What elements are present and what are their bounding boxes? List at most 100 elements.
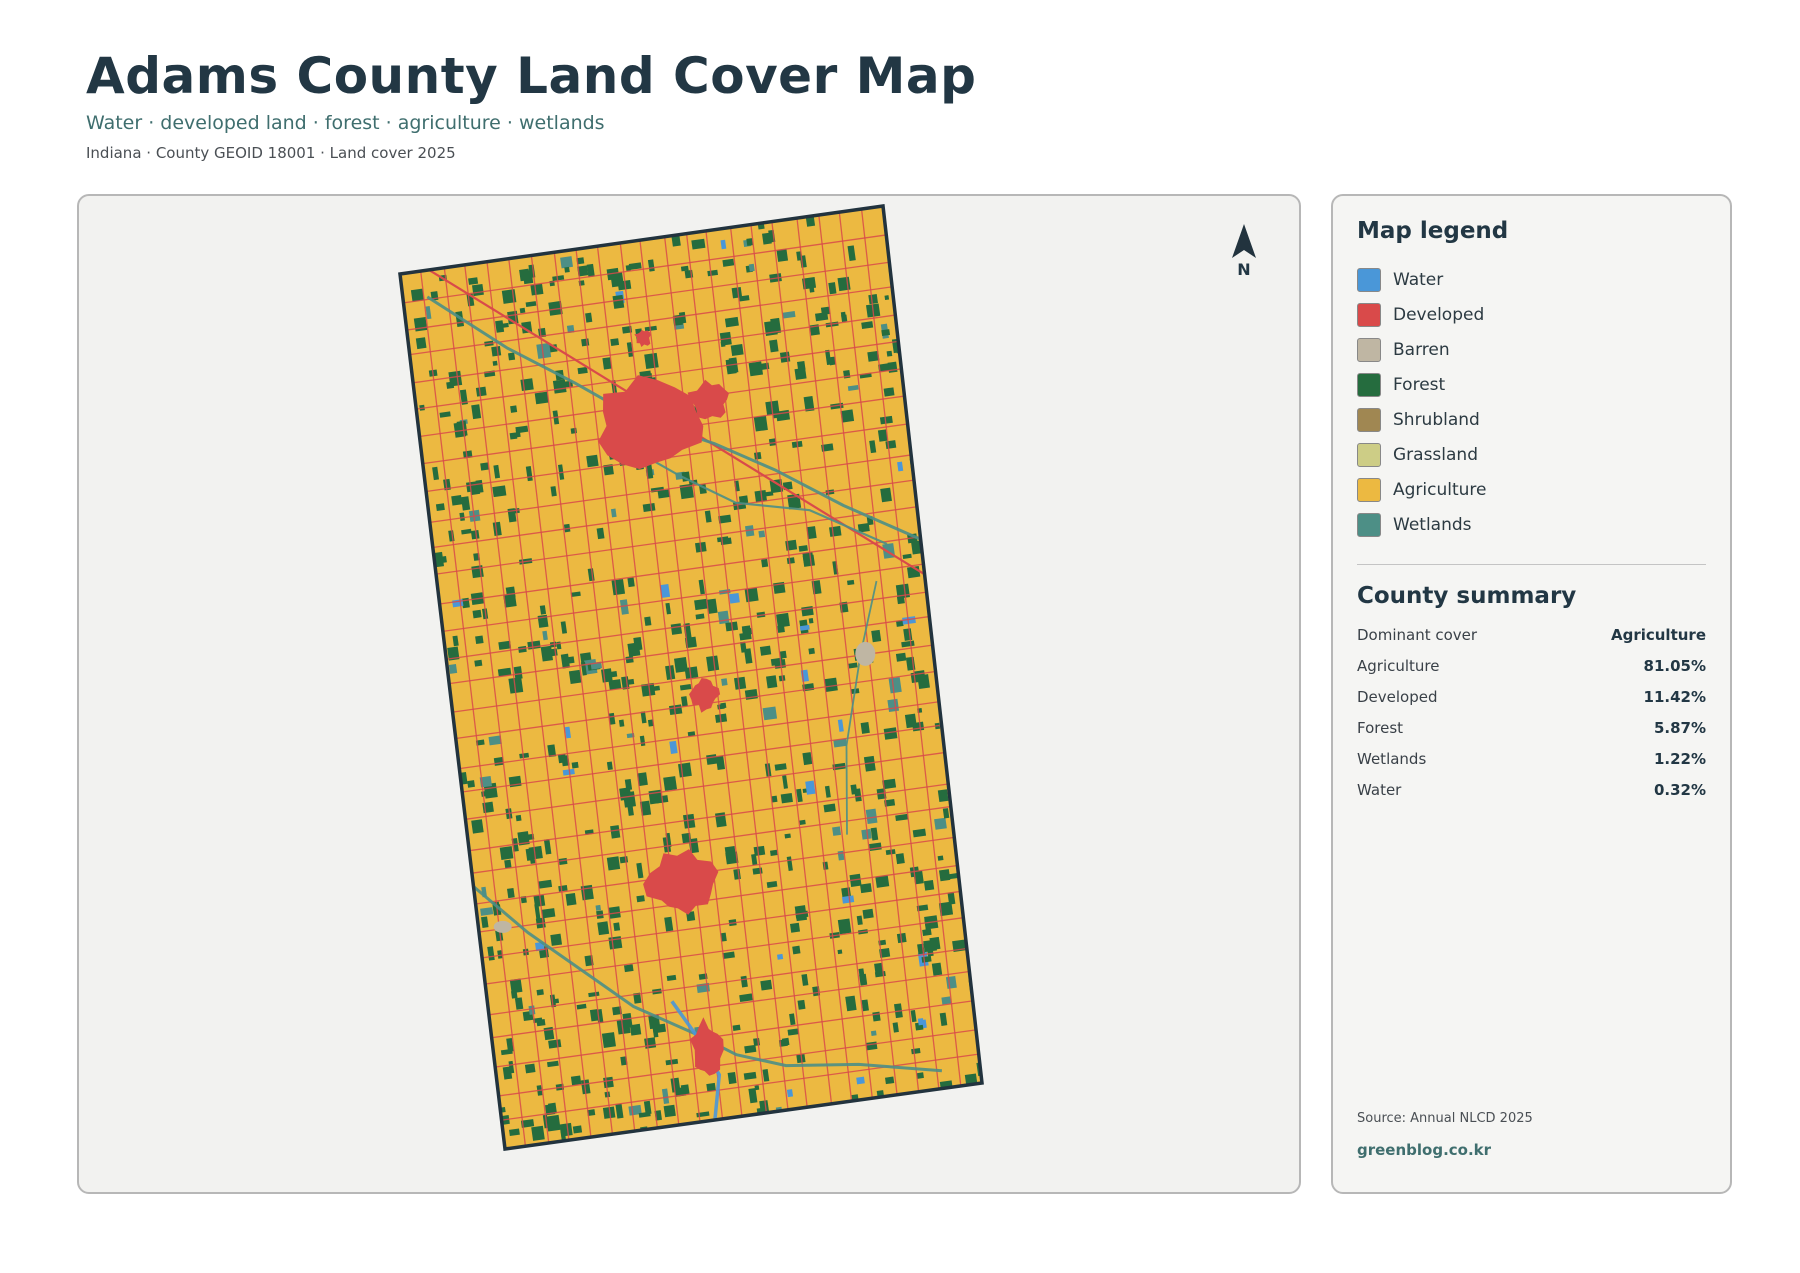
land-patch	[541, 908, 556, 919]
land-patch	[474, 659, 483, 667]
legend-item-agriculture: Agriculture	[1357, 472, 1706, 507]
page-title: Adams County Land Cover Map	[86, 47, 977, 105]
page-header: Adams County Land Cover Map Water · deve…	[86, 46, 976, 162]
land-patch	[519, 307, 526, 314]
land-patch	[727, 1071, 737, 1085]
summary-row: Developed 11.42%	[1357, 681, 1706, 712]
land-patch	[603, 1076, 614, 1089]
land-patch	[570, 1075, 582, 1086]
legend-label: Barren	[1393, 339, 1450, 360]
land-patch	[619, 856, 629, 864]
land-patch	[837, 918, 852, 935]
land-patch	[846, 579, 855, 586]
land-patch	[601, 1032, 616, 1048]
legend-item-water: Water	[1357, 262, 1706, 297]
legend-label: Forest	[1393, 374, 1446, 395]
land-patch	[595, 904, 601, 911]
land-patch	[797, 999, 806, 1010]
land-patch	[606, 856, 621, 871]
land-patch	[564, 266, 570, 273]
land-patch	[610, 825, 621, 839]
land-patch	[670, 623, 683, 635]
land-patch	[509, 432, 518, 440]
summary-row: Dominant cover Agriculture	[1357, 619, 1706, 650]
summary-key: Developed	[1357, 687, 1438, 706]
land-patch	[691, 238, 706, 250]
land-patch	[916, 1072, 924, 1079]
summary-row: Agriculture 81.05%	[1357, 650, 1706, 681]
land-patch	[571, 761, 579, 769]
summary-value: 5.87%	[1653, 718, 1706, 737]
land-patch	[492, 360, 498, 366]
land-patch	[792, 945, 801, 955]
land-patch	[945, 975, 957, 989]
summary-key: Forest	[1357, 718, 1404, 737]
land-patch	[882, 543, 896, 559]
land-patch	[475, 635, 484, 645]
summary-row: Water 0.32%	[1357, 774, 1706, 805]
summary-table: Dominant cover Agriculture Agriculture 8…	[1357, 619, 1706, 805]
land-patch	[663, 1104, 676, 1118]
legend-label: Agriculture	[1393, 479, 1487, 500]
land-patch	[546, 1114, 561, 1132]
land-patch	[597, 921, 610, 936]
land-patch	[706, 754, 718, 765]
land-patch	[742, 628, 752, 636]
legend-item-barren: Barren	[1357, 332, 1706, 367]
land-patch	[746, 238, 753, 246]
land-patch	[536, 989, 544, 996]
land-patch	[553, 998, 560, 1004]
land-patch	[492, 485, 507, 498]
land-patch	[883, 387, 895, 397]
land-patch	[448, 370, 463, 387]
land-patch	[937, 789, 949, 802]
legend-list: Water Developed Barren Forest Shrubland …	[1357, 262, 1706, 542]
land-patch	[748, 263, 755, 272]
land-patch	[759, 645, 772, 656]
land-patch	[572, 1125, 583, 1134]
land-patch	[678, 762, 692, 778]
land-patch	[832, 826, 842, 836]
land-patch	[601, 668, 613, 683]
land-patch	[565, 892, 577, 906]
land-patch	[761, 558, 769, 568]
summary-key: Agriculture	[1357, 656, 1440, 675]
land-patch	[730, 343, 744, 356]
page-subtitle: Water · developed land · forest · agricu…	[86, 112, 605, 134]
land-patch	[499, 846, 514, 860]
land-patch	[721, 678, 728, 686]
land-patch	[534, 391, 549, 405]
land-patch	[550, 933, 563, 946]
land-patch	[870, 1030, 877, 1036]
land-patch	[680, 1084, 690, 1095]
land-patch	[868, 294, 878, 305]
land-patch	[559, 1122, 573, 1137]
land-patch	[841, 314, 848, 323]
land-patch	[706, 655, 720, 672]
land-patch	[784, 833, 791, 839]
north-label: N	[1237, 260, 1251, 279]
north-arrow-icon	[1232, 224, 1256, 258]
land-patch	[540, 645, 554, 662]
county-map[interactable]	[79, 196, 1301, 1194]
map-panel[interactable]	[77, 194, 1301, 1194]
land-patch	[515, 814, 522, 822]
land-patch	[531, 1125, 545, 1141]
land-patch	[896, 595, 905, 605]
site-link[interactable]: greenblog.co.kr	[1357, 1141, 1491, 1159]
land-patch	[860, 722, 870, 734]
wetlands-swatch	[1357, 512, 1381, 537]
land-patch	[435, 503, 445, 512]
land-patch	[766, 675, 778, 689]
land-patch	[644, 1037, 657, 1049]
land-patch	[729, 592, 740, 604]
summary-value: 1.22%	[1653, 749, 1706, 768]
land-patch	[888, 677, 902, 694]
land-patch	[780, 792, 793, 804]
land-patch	[865, 1041, 878, 1051]
land-patch	[887, 698, 900, 712]
land-patch	[872, 1011, 881, 1022]
land-patch	[903, 628, 913, 641]
land-patch	[779, 650, 787, 659]
land-patch	[837, 949, 843, 955]
